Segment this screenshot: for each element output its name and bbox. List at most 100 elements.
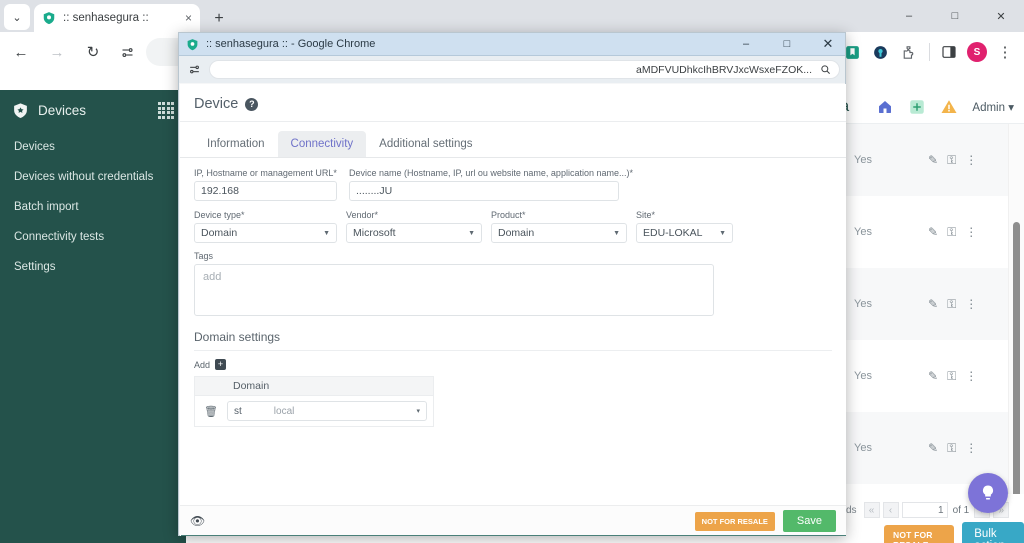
vendor-select[interactable]: Microsoft ▼ <box>346 223 482 243</box>
tab-additional-settings[interactable]: Additional settings <box>366 131 485 157</box>
site-settings-icon[interactable] <box>114 39 140 65</box>
row-identity: IP, Hostname or management URL* 192.168 … <box>194 168 832 201</box>
tab-connectivity[interactable]: Connectivity <box>277 131 367 157</box>
close-icon[interactable]: × <box>185 12 192 24</box>
popup-minimize-button[interactable]: – <box>729 33 763 56</box>
row-actions: ✎ ⚿ ⋮ <box>928 153 977 168</box>
key-icon[interactable]: ⚿ <box>947 153 956 168</box>
page-title: Device <box>194 96 239 112</box>
site-settings-icon[interactable] <box>184 60 204 80</box>
password-extension-icon[interactable] <box>867 39 893 65</box>
more-vertical-icon[interactable]: ⋮ <box>965 369 977 383</box>
device-type-label: Device type* <box>194 210 245 220</box>
product-value: Domain <box>498 227 535 239</box>
add-domain-control[interactable]: Add + <box>194 359 832 370</box>
avatar-initial: S <box>967 42 987 62</box>
chevron-down-icon: ▼ <box>323 229 330 237</box>
page-number-input[interactable]: 1 <box>901 502 948 518</box>
helper-bubble-button[interactable] <box>968 473 1008 513</box>
browser-tab[interactable]: :: senhasegura :: × <box>34 4 200 32</box>
plus-square-icon[interactable]: + <box>215 359 227 370</box>
device-type-select[interactable]: Domain ▼ <box>194 223 337 243</box>
sidebar-item-devices[interactable]: Devices <box>0 132 186 162</box>
sidebar-item-batch-import[interactable]: Batch import <box>0 192 186 222</box>
device-dialog: Device ? Information Connectivity Additi… <box>180 84 846 536</box>
domain-select[interactable]: st local ▾ <box>227 401 427 421</box>
tab-strip: ⌄ :: senhasegura :: × + – □ ✕ <box>0 0 1024 32</box>
product-select[interactable]: Domain ▼ <box>491 223 627 243</box>
first-page-button[interactable]: « <box>863 502 880 518</box>
table-row: 🗑 st local ▾ <box>195 396 433 426</box>
sidebar-item-settings[interactable]: Settings <box>0 252 186 282</box>
row-actions: ✎ ⚿ ⋮ <box>928 369 977 384</box>
ip-hostname-label: IP, Hostname or management URL* <box>194 168 337 178</box>
app-sidebar: Devices Devices Devices without credenti… <box>0 90 186 543</box>
reload-button[interactable]: ↻ <box>78 37 108 67</box>
home-icon[interactable] <box>876 98 894 116</box>
popup-titlebar[interactable]: :: senhasegura :: - Google Chrome – □ ✕ <box>179 33 845 56</box>
save-button[interactable]: Save <box>782 510 836 532</box>
dialog-footer: 👁 NOT FOR RESALE Save <box>180 505 846 536</box>
close-window-button[interactable]: ✕ <box>978 0 1024 32</box>
key-icon[interactable]: ⚿ <box>947 297 956 312</box>
maximize-button[interactable]: □ <box>932 0 978 32</box>
sidebar-header: Devices <box>0 90 186 132</box>
popup-close-button[interactable]: ✕ <box>811 33 845 56</box>
popup-window-title: :: senhasegura :: - Google Chrome <box>206 38 376 50</box>
trash-icon[interactable]: 🗑 <box>201 405 221 418</box>
prev-page-button[interactable]: ‹ <box>882 502 899 518</box>
key-icon[interactable]: ⚿ <box>947 369 956 384</box>
browser-menu-icon[interactable]: ⋮ <box>992 39 1018 65</box>
tags-placeholder: add <box>203 271 222 283</box>
device-name-input[interactable]: ........JU <box>349 181 619 201</box>
back-button[interactable]: ← <box>6 37 36 67</box>
add-icon[interactable] <box>908 98 926 116</box>
admin-label: Admin <box>972 101 1006 114</box>
vendor-label: Vendor* <box>346 210 379 220</box>
tab-search-chevron-icon[interactable]: ⌄ <box>4 4 30 30</box>
ip-hostname-input[interactable]: 192.168 <box>194 181 337 201</box>
eye-icon[interactable]: 👁 <box>190 514 205 528</box>
help-question-icon[interactable]: ? <box>245 97 259 111</box>
device-name-label: Device name (Hostname, IP, url ou websit… <box>349 168 633 178</box>
vendor-value: Microsoft <box>353 227 396 239</box>
sidebar-item-connectivity-tests[interactable]: Connectivity tests <box>0 222 186 252</box>
popup-maximize-button[interactable]: □ <box>770 33 804 56</box>
alert-warning-icon[interactable] <box>940 98 958 116</box>
bulk-action-button[interactable]: Bulk action <box>962 522 1024 543</box>
minimize-button[interactable]: – <box>886 0 932 32</box>
admin-menu[interactable]: Admin ▾ <box>972 100 1014 114</box>
tab-information[interactable]: Information <box>194 131 278 157</box>
key-icon[interactable]: ⚿ <box>947 225 956 240</box>
tags-input[interactable]: add <box>194 264 714 316</box>
popup-browser-window: :: senhasegura :: - Google Chrome – □ ✕ … <box>178 32 846 536</box>
edit-icon[interactable]: ✎ <box>928 441 938 455</box>
edit-icon[interactable]: ✎ <box>928 153 938 167</box>
domain-settings-title: Domain settings <box>194 330 281 344</box>
search-zoom-icon[interactable] <box>820 64 831 75</box>
sidebar-item-devices-without-credentials[interactable]: Devices without credentials <box>0 162 186 192</box>
lightbulb-helper-icon <box>982 485 994 500</box>
chevron-down-icon: ▼ <box>613 229 620 237</box>
edit-icon[interactable]: ✎ <box>928 369 938 383</box>
site-select[interactable]: EDU-LOKAL ▼ <box>636 223 733 243</box>
profile-avatar[interactable]: S <box>964 39 990 65</box>
page-scrollbar-thumb[interactable] <box>1013 222 1020 512</box>
chevron-down-icon: ▾ <box>416 408 420 415</box>
forward-button[interactable]: → <box>42 37 72 67</box>
key-icon[interactable]: ⚿ <box>947 441 956 456</box>
apps-grid-icon[interactable] <box>157 102 174 119</box>
more-vertical-icon[interactable]: ⋮ <box>965 153 977 167</box>
edit-icon[interactable]: ✎ <box>928 225 938 239</box>
chevron-down-icon: ▼ <box>719 229 726 237</box>
popup-address-text: aMDFVUDhkcIhBRVJxcWsxeFZOK... <box>636 63 812 76</box>
new-tab-button[interactable]: + <box>208 8 230 30</box>
more-vertical-icon[interactable]: ⋮ <box>965 441 977 455</box>
row-value: Yes <box>854 370 872 382</box>
popup-address-bar[interactable]: aMDFVUDhkcIhBRVJxcWsxeFZOK... <box>209 60 840 79</box>
more-vertical-icon[interactable]: ⋮ <box>965 225 977 239</box>
side-panel-icon[interactable] <box>936 39 962 65</box>
edit-icon[interactable]: ✎ <box>928 297 938 311</box>
more-vertical-icon[interactable]: ⋮ <box>965 297 977 311</box>
extensions-puzzle-icon[interactable] <box>895 39 921 65</box>
